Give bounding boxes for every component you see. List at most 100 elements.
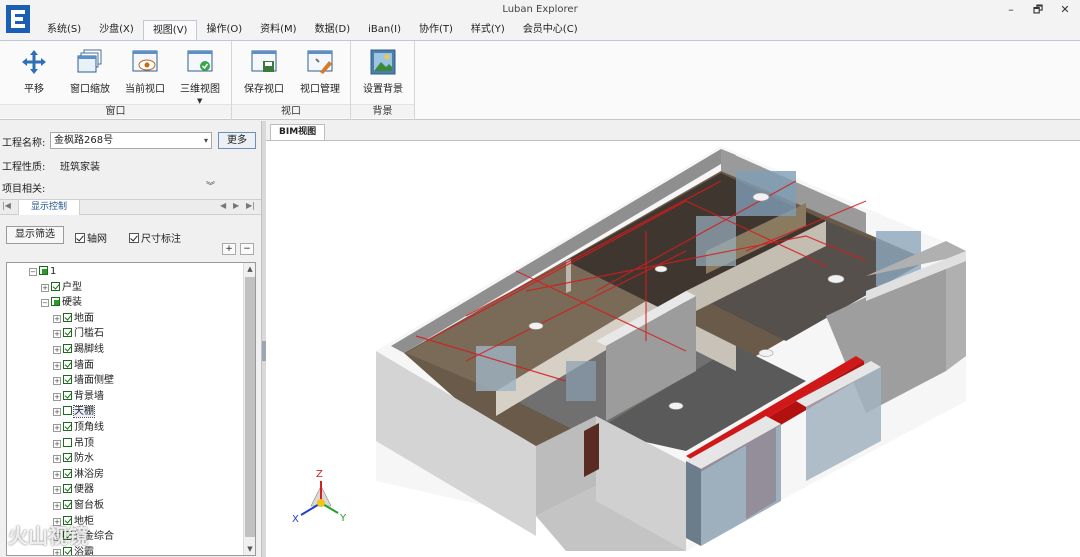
- expand-icon[interactable]: +: [53, 486, 61, 495]
- collapse-icon[interactable]: −: [29, 268, 37, 276]
- viewport-manager-button[interactable]: 视口管理: [292, 47, 348, 105]
- tree-checkbox-icon[interactable]: [63, 453, 72, 463]
- expand-icon[interactable]: +: [53, 314, 61, 323]
- tree-checkbox-icon[interactable]: [51, 297, 60, 307]
- tree-checkbox-icon[interactable]: [51, 281, 60, 291]
- tree-item[interactable]: + 淋浴房: [53, 467, 104, 482]
- ribbon-group-viewport: 保存视口 视口管理 视口: [232, 41, 351, 120]
- more-button[interactable]: 更多: [218, 132, 256, 149]
- project-name-select[interactable]: 金枫路268号 ▾: [50, 132, 212, 149]
- window-zoom-label: 窗口缩放: [70, 84, 110, 95]
- scroll-down-icon[interactable]: ▼: [244, 543, 255, 555]
- tab-first-icon[interactable]: |◀: [2, 201, 11, 210]
- tab-next-icon[interactable]: ▶: [233, 201, 239, 210]
- menu-system[interactable]: 系统(S): [38, 20, 90, 40]
- menu-sandbox[interactable]: 沙盘(X): [90, 20, 143, 40]
- save-viewport-button[interactable]: 保存视口: [236, 47, 292, 105]
- tree-checkbox-icon[interactable]: [63, 406, 72, 416]
- axis-grid-checkbox[interactable]: 轴网: [75, 230, 107, 245]
- tab-prev-icon[interactable]: ◀: [220, 201, 226, 210]
- close-button[interactable]: ✕: [1052, 2, 1078, 18]
- expand-icon[interactable]: +: [53, 502, 61, 510]
- tree-item[interactable]: + 户型: [41, 280, 82, 295]
- menu-materials[interactable]: 资料(M): [251, 20, 305, 40]
- tree-item[interactable]: + 顶角线: [53, 420, 104, 435]
- collapse-all-button[interactable]: −: [240, 243, 254, 255]
- tree-item[interactable]: + 踢脚线: [53, 342, 104, 357]
- menu-collaboration[interactable]: 协作(T): [410, 20, 462, 40]
- tree-checkbox-icon[interactable]: [63, 375, 72, 385]
- set-background-button[interactable]: 设置背景: [355, 47, 411, 105]
- menu-bar: 系统(S) 沙盘(X) 视图(V) 操作(O) 资料(M) 数据(D) iBan…: [38, 20, 587, 41]
- double-chevron-down-icon[interactable]: ︾: [206, 179, 215, 192]
- pan-button[interactable]: 平移: [6, 47, 62, 105]
- menu-operation[interactable]: 操作(O): [197, 20, 251, 40]
- tree-item[interactable]: + 天棚: [53, 404, 95, 419]
- tree-item-label: 墙面: [74, 359, 94, 371]
- tree-item[interactable]: + 便器: [53, 482, 94, 497]
- tab-display-control[interactable]: 显示控制: [18, 200, 81, 215]
- display-filter-button[interactable]: 显示筛选: [6, 226, 64, 244]
- expand-icon[interactable]: +: [53, 424, 61, 432]
- tab-last-icon[interactable]: ▶|: [246, 201, 255, 210]
- collapse-icon[interactable]: −: [41, 299, 49, 308]
- tree-checkbox-icon[interactable]: [63, 344, 72, 353]
- tree-item[interactable]: + 吊顶: [53, 436, 94, 451]
- menu-member-center[interactable]: 会员中心(C): [514, 20, 587, 40]
- menu-iban[interactable]: iBan(I): [359, 20, 410, 40]
- tree-checkbox-icon[interactable]: [63, 422, 72, 431]
- scroll-thumb[interactable]: [245, 277, 255, 537]
- tree-item[interactable]: −1: [29, 264, 56, 279]
- expand-icon[interactable]: +: [41, 283, 49, 292]
- 3d-view-button[interactable]: 三维视图 ▼: [172, 47, 228, 105]
- expand-icon[interactable]: +: [53, 408, 61, 417]
- bim-viewport[interactable]: Z X Y: [266, 140, 1080, 557]
- tree-checkbox-icon[interactable]: [63, 390, 72, 400]
- expand-all-button[interactable]: +: [222, 243, 236, 255]
- tree-checkbox-icon[interactable]: [63, 484, 72, 494]
- bim-3d-model[interactable]: Z X Y: [266, 141, 1080, 557]
- restore-button[interactable]: 🗗: [1025, 2, 1051, 18]
- tree-item-label: 顶角线: [74, 422, 104, 433]
- current-viewport-button[interactable]: 当前视口: [117, 47, 173, 105]
- tree-item[interactable]: + 墙面: [53, 358, 94, 373]
- ribbon: 平移 窗口缩放 当前视口 三维视图 ▼ 窗口 保存视口 视口管理 视口 设置背景…: [0, 40, 1080, 120]
- expand-icon[interactable]: +: [53, 455, 61, 464]
- set-background-icon: [370, 49, 396, 75]
- scroll-up-icon[interactable]: ▲: [244, 263, 255, 275]
- left-panel: 工程名称: 金枫路268号 ▾ 更多 工程性质: 班筑家装 项目相关: ︾ |◀…: [0, 121, 261, 557]
- minimize-button[interactable]: –: [998, 2, 1024, 18]
- expand-icon[interactable]: +: [53, 330, 61, 339]
- tree-scrollbar[interactable]: ▲ ▼: [243, 263, 255, 555]
- tree-item[interactable]: − 硬装: [41, 295, 82, 310]
- tree-checkbox-icon[interactable]: [63, 328, 72, 338]
- tree-checkbox-icon[interactable]: [63, 437, 72, 447]
- ribbon-group-background-label: 背景: [351, 104, 414, 118]
- project-name-value: 金枫路268号: [54, 135, 114, 146]
- tree-checkbox-icon[interactable]: [39, 266, 48, 275]
- dimension-checkbox[interactable]: 尺寸标注: [129, 230, 181, 245]
- window-zoom-button[interactable]: 窗口缩放: [62, 47, 118, 105]
- tree-checkbox-icon[interactable]: [63, 312, 72, 322]
- expand-icon[interactable]: +: [53, 548, 61, 555]
- expand-icon[interactable]: +: [53, 392, 61, 401]
- menu-style[interactable]: 样式(Y): [462, 20, 514, 40]
- tree-checkbox-icon[interactable]: [63, 468, 72, 478]
- tree-item[interactable]: + 地面: [53, 311, 94, 326]
- tree-item[interactable]: + 背景墙: [53, 389, 104, 404]
- menu-view[interactable]: 视图(V): [142, 20, 198, 41]
- tree-item[interactable]: + 窗台板: [53, 498, 104, 513]
- expand-icon[interactable]: +: [53, 361, 61, 370]
- tree-checkbox-icon[interactable]: [63, 500, 72, 509]
- expand-icon[interactable]: +: [53, 470, 61, 479]
- tree-checkbox-icon[interactable]: [63, 359, 72, 369]
- tree-item[interactable]: + 门槛石: [53, 326, 104, 341]
- tree-item-label: 1: [50, 266, 57, 277]
- tree-item[interactable]: + 墙面侧壁: [53, 373, 114, 388]
- menu-data[interactable]: 数据(D): [306, 20, 360, 40]
- expand-icon[interactable]: +: [53, 439, 61, 448]
- tab-bim-view[interactable]: BIM视图: [270, 124, 326, 140]
- expand-icon[interactable]: +: [53, 377, 61, 386]
- expand-icon[interactable]: +: [53, 346, 61, 354]
- tree-item[interactable]: + 防水: [53, 451, 94, 466]
